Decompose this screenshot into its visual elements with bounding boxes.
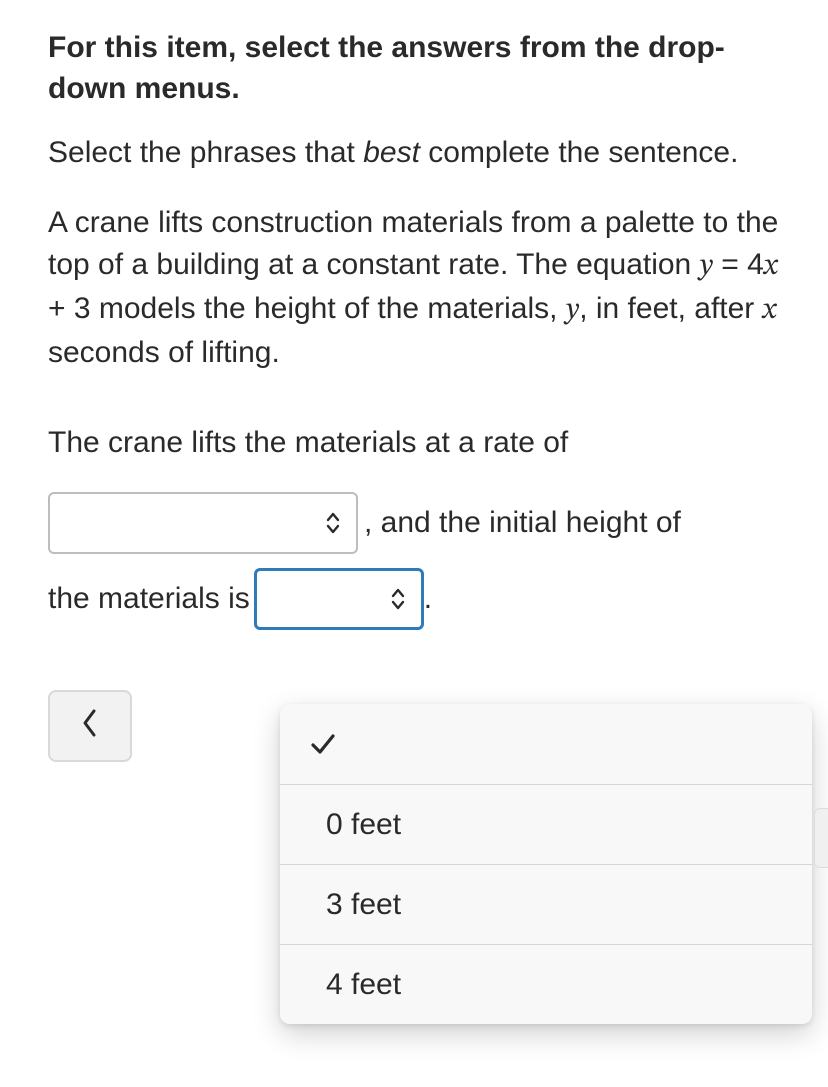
dropdown-option-3-feet[interactable]: 3 feet [280, 864, 812, 944]
instruction-sub-emph: best [363, 136, 420, 169]
initial-height-dropdown-menu[interactable]: 0 feet 3 feet 4 feet [280, 704, 812, 1024]
sentence-lead: The crane lifts the materials at a rate … [48, 422, 780, 464]
math-rhs2: + 3 [48, 292, 91, 325]
context-part4: seconds of lifting. [48, 336, 280, 369]
math-var-x: x [764, 252, 778, 282]
dropdown-option-blank[interactable] [280, 704, 812, 784]
check-icon [308, 729, 338, 759]
context-paragraph: A crane lifts construction materials fro… [48, 202, 780, 374]
math-eq: = [713, 248, 747, 281]
dropdown-option-0-feet[interactable]: 0 feet [280, 784, 812, 864]
math-var-y: y [700, 252, 713, 282]
context-part3: , in feet, after [579, 292, 762, 325]
text-after-dd1: , and the initial height of [364, 506, 681, 540]
math-var-x2: x [763, 296, 777, 326]
context-part2: models the height of the materials, [91, 292, 566, 325]
previous-button[interactable] [48, 690, 132, 762]
instruction-sub: Select the phrases that best complete th… [48, 133, 780, 174]
math-var-y2: y [566, 296, 579, 326]
rate-dropdown[interactable] [48, 492, 358, 554]
initial-height-dropdown[interactable] [254, 568, 424, 630]
chevron-updown-icon [389, 586, 407, 612]
chevron-updown-icon [324, 510, 342, 536]
context-part1: A crane lifts construction materials fro… [48, 206, 778, 281]
instruction-bold: For this item, select the answers from t… [48, 28, 780, 109]
instruction-sub-suffix: complete the sentence. [420, 136, 739, 169]
chevron-left-icon [79, 707, 101, 744]
dropdown-option-4-feet[interactable]: 4 feet [280, 944, 812, 1024]
math-rhs1: 4 [747, 248, 764, 281]
dropdown-option-label: 3 feet [326, 888, 401, 922]
text-after-dd2: . [424, 582, 432, 616]
text-before-dd2: the materials is [48, 582, 250, 616]
next-page-stub[interactable] [814, 808, 828, 868]
instruction-sub-prefix: Select the phrases that [48, 136, 363, 169]
dropdown-option-label: 0 feet [326, 808, 401, 842]
dropdown-option-label: 4 feet [326, 968, 401, 1002]
